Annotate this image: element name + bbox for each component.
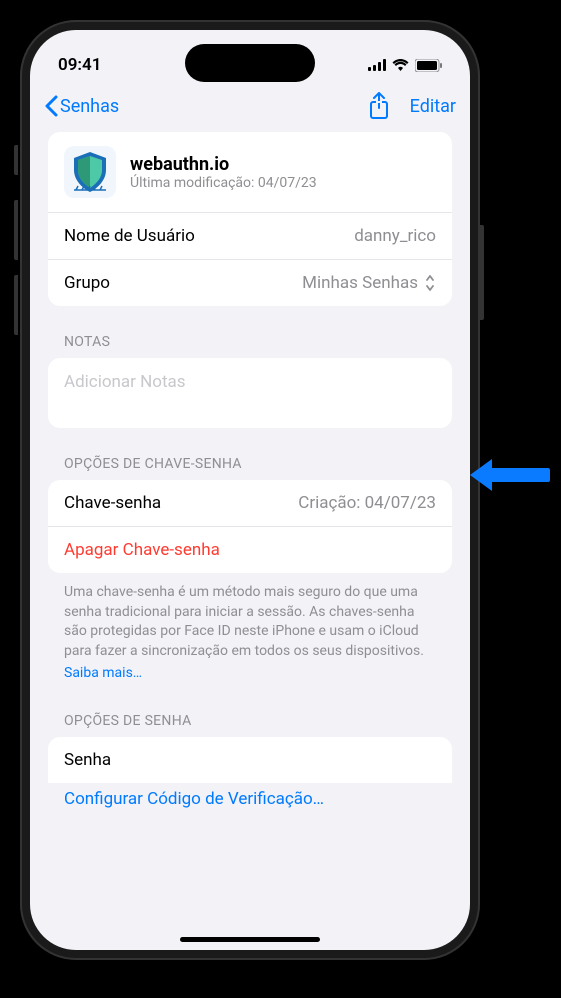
site-header[interactable]: webauthn.io Última modificação: 04/07/23 (48, 132, 452, 212)
notes-field[interactable]: Adicionar Notas (48, 358, 452, 428)
username-label: Nome de Usuário (64, 226, 195, 246)
group-row[interactable]: Grupo Minhas Senhas (48, 259, 452, 306)
password-row[interactable]: Senha (48, 737, 452, 783)
group-value-container: Minhas Senhas (302, 273, 436, 293)
last-modified: Última modificação: 04/07/23 (130, 175, 436, 191)
status-time: 09:41 (58, 55, 101, 75)
username-value: danny_rico (354, 226, 436, 246)
chevron-left-icon (44, 95, 58, 117)
group-label: Grupo (64, 273, 110, 293)
home-indicator[interactable] (180, 937, 320, 942)
navigation-bar: Senhas Editar (30, 84, 470, 132)
passkey-card: Chave-senha Criação: 04/07/23 Apagar Cha… (48, 480, 452, 573)
cellular-icon (368, 59, 386, 71)
site-info: webauthn.io Última modificação: 04/07/23 (130, 154, 436, 191)
wifi-icon (392, 59, 409, 71)
site-name: webauthn.io (130, 154, 436, 175)
learn-more-link[interactable]: Saiba mais… (48, 665, 452, 685)
password-section-header: OPÇÕES DE SENHA (48, 685, 452, 737)
passkey-value: Criação: 04/07/23 (298, 493, 436, 513)
passkey-row[interactable]: Chave-senha Criação: 04/07/23 (48, 480, 452, 526)
status-icons (368, 59, 442, 72)
battery-icon (415, 59, 442, 72)
back-label: Senhas (60, 96, 119, 117)
phone-frame: 09:41 (20, 20, 480, 960)
nav-right-actions: Editar (368, 92, 456, 120)
notes-section-header: NOTAS (48, 306, 452, 358)
edit-button[interactable]: Editar (410, 96, 456, 117)
username-row[interactable]: Nome de Usuário danny_rico (48, 212, 452, 259)
verify-code-button[interactable]: Configurar Código de Verificação… (48, 783, 452, 809)
back-button[interactable]: Senhas (44, 95, 119, 117)
dynamic-island (185, 44, 315, 82)
content-area: webauthn.io Última modificação: 04/07/23… (30, 132, 470, 942)
site-card: webauthn.io Última modificação: 04/07/23… (48, 132, 452, 306)
group-value: Minhas Senhas (302, 273, 418, 293)
notes-placeholder: Adicionar Notas (64, 372, 436, 392)
passkey-label: Chave-senha (64, 493, 161, 513)
updown-icon (424, 274, 436, 292)
delete-passkey-button[interactable]: Apagar Chave-senha (48, 526, 452, 573)
phone-screen: 09:41 (30, 30, 470, 950)
share-icon[interactable] (368, 92, 390, 120)
passkey-section-header: OPÇÕES DE CHAVE-SENHA (48, 428, 452, 480)
site-icon (64, 146, 116, 198)
callout-arrow (470, 455, 550, 495)
passkey-description: Uma chave-senha é um método mais seguro … (48, 573, 452, 665)
